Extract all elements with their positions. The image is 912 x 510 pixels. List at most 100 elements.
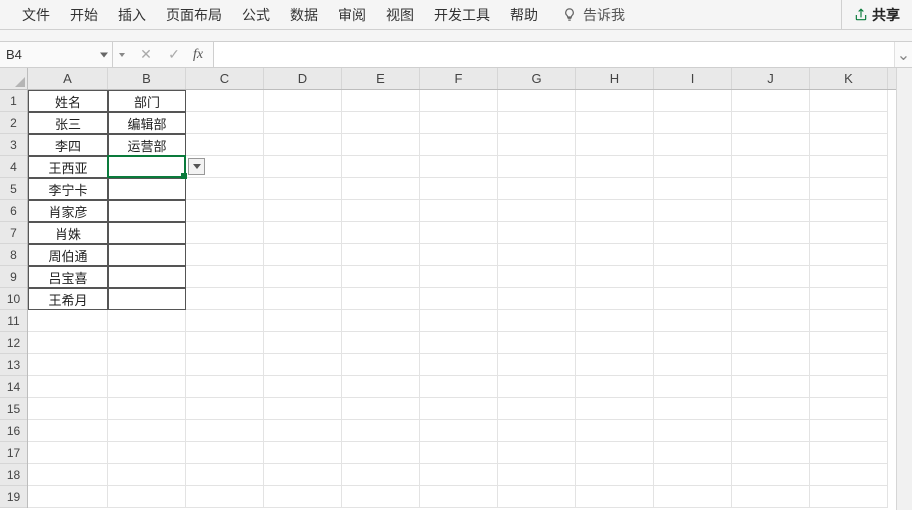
ribbon-tab-4[interactable]: 公式 (232, 0, 280, 30)
select-all-corner[interactable] (0, 68, 28, 90)
cell-A10[interactable]: 王希月 (28, 288, 108, 310)
ribbon-tab-3[interactable]: 页面布局 (156, 0, 232, 30)
cell-D9[interactable] (264, 266, 342, 288)
cell-H12[interactable] (576, 332, 654, 354)
cell-F1[interactable] (420, 90, 498, 112)
cell-I4[interactable] (654, 156, 732, 178)
cell-K7[interactable] (810, 222, 888, 244)
cell-D18[interactable] (264, 464, 342, 486)
cell-B12[interactable] (108, 332, 186, 354)
cell-A12[interactable] (28, 332, 108, 354)
cell-H10[interactable] (576, 288, 654, 310)
cell-B17[interactable] (108, 442, 186, 464)
cell-K18[interactable] (810, 464, 888, 486)
ribbon-tab-5[interactable]: 数据 (280, 0, 328, 30)
cell-A9[interactable]: 吕宝喜 (28, 266, 108, 288)
cell-B18[interactable] (108, 464, 186, 486)
cell-B3[interactable]: 运营部 (108, 134, 186, 156)
ribbon-tab-9[interactable]: 帮助 (500, 0, 548, 30)
cell-E5[interactable] (342, 178, 420, 200)
cell-J1[interactable] (732, 90, 810, 112)
name-box-dropdown-icon[interactable] (100, 52, 108, 57)
cell-B4[interactable] (108, 156, 186, 178)
cell-B7[interactable] (108, 222, 186, 244)
cells-area[interactable]: 姓名部门张三编辑部李四运营部王西亚李宁卡肖家彦肖姝周伯通吕宝喜王希月 (28, 90, 912, 510)
cell-D6[interactable] (264, 200, 342, 222)
cell-J19[interactable] (732, 486, 810, 508)
cell-G5[interactable] (498, 178, 576, 200)
cell-J10[interactable] (732, 288, 810, 310)
row-header-4[interactable]: 4 (0, 156, 27, 178)
cell-H7[interactable] (576, 222, 654, 244)
cell-I12[interactable] (654, 332, 732, 354)
row-header-16[interactable]: 16 (0, 420, 27, 442)
cell-B15[interactable] (108, 398, 186, 420)
column-header-A[interactable]: A (28, 68, 108, 89)
cell-I2[interactable] (654, 112, 732, 134)
vertical-scrollbar[interactable] (896, 68, 912, 510)
column-header-G[interactable]: G (498, 68, 576, 89)
cell-A4[interactable]: 王西亚 (28, 156, 108, 178)
cell-K12[interactable] (810, 332, 888, 354)
cell-A11[interactable] (28, 310, 108, 332)
cell-D19[interactable] (264, 486, 342, 508)
cell-D16[interactable] (264, 420, 342, 442)
cell-F7[interactable] (420, 222, 498, 244)
cell-F14[interactable] (420, 376, 498, 398)
cell-F3[interactable] (420, 134, 498, 156)
cell-F13[interactable] (420, 354, 498, 376)
cell-D13[interactable] (264, 354, 342, 376)
cell-G7[interactable] (498, 222, 576, 244)
cell-C11[interactable] (186, 310, 264, 332)
cell-C2[interactable] (186, 112, 264, 134)
cell-I19[interactable] (654, 486, 732, 508)
cell-I18[interactable] (654, 464, 732, 486)
cell-D7[interactable] (264, 222, 342, 244)
ribbon-tab-0[interactable]: 文件 (12, 0, 60, 30)
cell-E15[interactable] (342, 398, 420, 420)
column-header-H[interactable]: H (576, 68, 654, 89)
row-header-14[interactable]: 14 (0, 376, 27, 398)
cell-G3[interactable] (498, 134, 576, 156)
cell-H15[interactable] (576, 398, 654, 420)
cell-B11[interactable] (108, 310, 186, 332)
cell-K2[interactable] (810, 112, 888, 134)
cell-G2[interactable] (498, 112, 576, 134)
row-header-19[interactable]: 19 (0, 486, 27, 508)
cell-B8[interactable] (108, 244, 186, 266)
cell-I16[interactable] (654, 420, 732, 442)
cell-C19[interactable] (186, 486, 264, 508)
cell-I1[interactable] (654, 90, 732, 112)
cell-D1[interactable] (264, 90, 342, 112)
cell-H1[interactable] (576, 90, 654, 112)
cell-C1[interactable] (186, 90, 264, 112)
cell-E17[interactable] (342, 442, 420, 464)
cell-A15[interactable] (28, 398, 108, 420)
cell-K3[interactable] (810, 134, 888, 156)
cell-F2[interactable] (420, 112, 498, 134)
cell-I14[interactable] (654, 376, 732, 398)
cell-B19[interactable] (108, 486, 186, 508)
column-header-J[interactable]: J (732, 68, 810, 89)
cell-A19[interactable] (28, 486, 108, 508)
cell-K6[interactable] (810, 200, 888, 222)
cell-H19[interactable] (576, 486, 654, 508)
cell-G12[interactable] (498, 332, 576, 354)
cell-A13[interactable] (28, 354, 108, 376)
row-header-7[interactable]: 7 (0, 222, 27, 244)
cell-G11[interactable] (498, 310, 576, 332)
cell-J12[interactable] (732, 332, 810, 354)
cell-G8[interactable] (498, 244, 576, 266)
cell-J17[interactable] (732, 442, 810, 464)
cell-A5[interactable]: 李宁卡 (28, 178, 108, 200)
cell-C3[interactable] (186, 134, 264, 156)
cell-I13[interactable] (654, 354, 732, 376)
cell-J13[interactable] (732, 354, 810, 376)
cell-J4[interactable] (732, 156, 810, 178)
cell-H4[interactable] (576, 156, 654, 178)
cell-D15[interactable] (264, 398, 342, 420)
cell-F12[interactable] (420, 332, 498, 354)
cell-E3[interactable] (342, 134, 420, 156)
cell-C12[interactable] (186, 332, 264, 354)
cell-C9[interactable] (186, 266, 264, 288)
